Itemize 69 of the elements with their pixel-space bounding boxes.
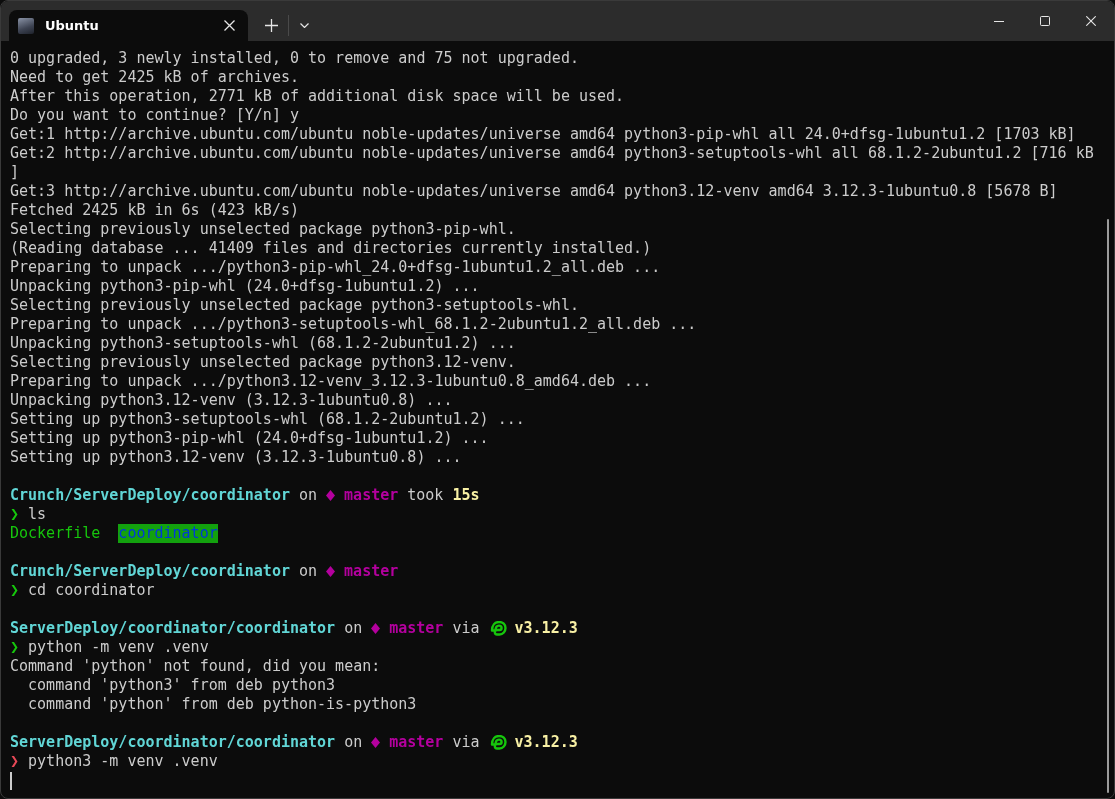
output-line: Preparing to unpack .../python3.12-venv_3.12.3-1ubuntu0.8_amd64.deb ...: [10, 372, 652, 391]
output-line: command 'python3' from deb python3: [28, 676, 336, 695]
directory-path: Crunch/ServerDeploy/coordinator: [10, 562, 290, 581]
output-line: Need to get 2425 kB of archives.: [10, 68, 299, 87]
output-line: (Reading database ... 41409 files and directories currently installed.): [10, 239, 652, 258]
scrollbar-thumb[interactable]: [1107, 219, 1109, 793]
output-line: Selecting previously unselected package python3-pip-whl.: [10, 220, 516, 239]
prompt-symbol: ❯: [10, 638, 20, 657]
output-line: 0 upgraded, 3 newly installed, 0 to remove and 75 not upgraded.: [10, 49, 579, 68]
output-line: Setting up python3-pip-whl (24.0+dfsg-1ubuntu1.2) ...: [10, 429, 489, 448]
command-text: ls: [28, 505, 47, 524]
output-line: After this operation, 2771 kB of additional disk space will be used.: [10, 87, 625, 106]
duration-text: 15s: [452, 486, 480, 505]
prompt-symbol: ❯: [10, 505, 20, 524]
prompt-word: took: [407, 486, 444, 505]
directory-path: ServerDeploy/coordinator/coordinator: [10, 733, 336, 752]
profile-picture-placeholder: [18, 17, 34, 34]
output-line: Preparing to unpack .../python3-pip-whl_24.0+dfsg-1ubuntu1.2_all.deb ...: [10, 258, 661, 277]
output-line: Do you want to continue? [Y/n] y: [10, 106, 299, 125]
close-icon: [1086, 16, 1096, 26]
output-line: Unpacking python3-setuptools-whl (68.1.2-2ubuntu1.2) ...: [10, 334, 516, 353]
output-line: Unpacking python3.12-venv (3.12.3-1ubuntu0.8) ...: [10, 391, 453, 410]
output-line: Unpacking python3-pip-whl (24.0+dfsg-1ubuntu1.2) ...: [10, 277, 480, 296]
output-line: command 'python' from deb python-is-python3: [28, 695, 417, 714]
output-line: Setting up python3.12-venv (3.12.3-1ubuntu0.8) ...: [10, 448, 462, 467]
output-line: Get:3 http://archive.ubuntu.com/ubuntu noble-updates/universe amd64 python3.12-venv amd64 3.12.3-1ubuntu0.8 [5678 B]: [10, 182, 1058, 201]
output-line: Fetched 2425 kB in 6s (423 kB/s): [10, 201, 299, 220]
output-line: Preparing to unpack .../python3-setuptools-whl_68.1.2-2ubuntu1.2_all.deb ...: [10, 315, 697, 334]
directory-path: Crunch/ServerDeploy/coordinator: [10, 486, 290, 505]
snake-icon: [489, 735, 507, 750]
output-line: Get:1 http://archive.ubuntu.com/ubuntu noble-updates/universe amd64 python3-pip-whl all 24.0+dfsg-1ubuntu1.2 [1703 kB]: [10, 125, 1076, 144]
prompt-symbol: ❯: [10, 752, 20, 771]
diamond-icon: [371, 623, 381, 634]
command-text: python3 -m venv .venv: [28, 752, 218, 771]
python-version: v3.12.3: [514, 733, 578, 752]
branch-name: master: [389, 733, 444, 752]
diamond-icon: [326, 490, 336, 501]
directory-name: coordinator: [118, 524, 218, 543]
output-line: Command 'python' not found, did you mean:: [10, 657, 381, 676]
file-name: Dockerfile: [10, 524, 101, 543]
prompt-word: on: [299, 562, 318, 581]
directory-path: ServerDeploy/coordinator/coordinator: [10, 619, 336, 638]
prompt-word: on: [299, 486, 318, 505]
tab[interactable]: Ubuntu: [9, 10, 248, 41]
snake-icon: [489, 621, 507, 636]
prompt-word: on: [344, 733, 363, 752]
maximize-icon: [1040, 16, 1050, 26]
prompt-symbol: ❯: [10, 581, 20, 600]
branch-name: master: [344, 562, 399, 581]
output-line: Setting up python3-setuptools-whl (68.1.2-2ubuntu1.2) ...: [10, 410, 525, 429]
prompt-word: via: [452, 619, 480, 638]
output-line: Get:2 http://archive.ubuntu.com/ubuntu noble-updates/universe amd64 python3-setuptools-whl all 68.1.2-2ubuntu1.2 [716 kB: [10, 144, 1094, 163]
plus-icon: [264, 19, 278, 32]
prompt-word: via: [452, 733, 480, 752]
chevron-down-icon: [299, 23, 309, 28]
diamond-icon: [371, 737, 381, 748]
command-text: python -m venv .venv: [28, 638, 209, 657]
output-line: Selecting previously unselected package python3.12-venv.: [10, 353, 516, 372]
output-line: Selecting previously unselected package python3-setuptools-whl.: [10, 296, 579, 315]
branch-name: master: [344, 486, 399, 505]
python-version: v3.12.3: [514, 619, 578, 638]
prompt-word: on: [344, 619, 363, 638]
branch-name: master: [389, 619, 444, 638]
output-line: ]: [10, 163, 20, 182]
close-icon: [223, 20, 235, 31]
minimize-icon: [994, 20, 1004, 22]
text-cursor: [10, 771, 12, 790]
diamond-icon: [326, 566, 336, 577]
command-text: cd coordinator: [28, 581, 155, 600]
